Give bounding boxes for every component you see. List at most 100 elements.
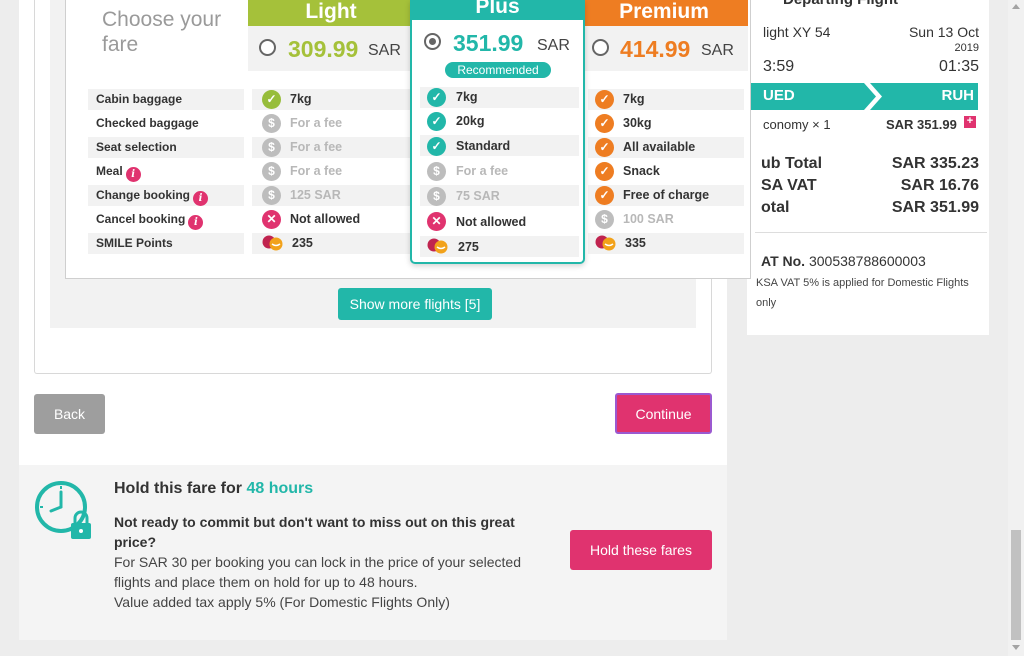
summary-divider	[755, 232, 987, 233]
plus-value: Standard	[456, 139, 511, 153]
fare-line-amount: SAR 351.99	[886, 117, 957, 132]
check-icon: ✓	[595, 186, 614, 205]
plus-value: Not allowed	[456, 215, 527, 229]
vat-number: AT No. 300538788600003	[761, 253, 926, 269]
departure-time: 3:59	[763, 58, 795, 75]
check-icon: ✓	[427, 88, 446, 107]
vat-label: SA VAT	[761, 177, 817, 194]
smile-points-icon	[595, 235, 616, 251]
light-value: 125 SAR	[290, 188, 341, 202]
info-icon[interactable]: i	[193, 191, 208, 206]
expand-plus-icon[interactable]: +	[964, 116, 976, 128]
check-icon: ✓	[595, 162, 614, 181]
hold-fares-button[interactable]: Hold these fares	[570, 530, 712, 570]
feature-label: Meal i	[88, 161, 244, 182]
check-icon: ✓	[595, 138, 614, 157]
scroll-down-icon[interactable]	[1012, 645, 1020, 650]
fare-light-header[interactable]: Light	[248, 0, 414, 26]
check-icon: ✓	[595, 114, 614, 133]
flight-number: light XY 54	[763, 24, 831, 40]
route-to: RUH	[941, 87, 975, 104]
check-icon: ✓	[427, 137, 446, 156]
smile-points-icon	[262, 235, 283, 251]
plus-value: 7kg	[456, 90, 478, 104]
arrival-time: 01:35	[938, 58, 979, 75]
scrollbar-thumb[interactable]	[1011, 530, 1021, 640]
feature-label: Cancel booking i	[88, 209, 244, 230]
premium-value: 335	[625, 236, 646, 250]
total-value: SAR 351.99	[891, 199, 979, 216]
dollar-icon: $	[427, 162, 446, 181]
dollar-icon: $	[262, 162, 281, 181]
fare-line-label: conomy × 1	[763, 117, 831, 132]
fare-light-currency: SAR	[368, 42, 401, 59]
fare-premium-currency: SAR	[701, 42, 734, 59]
premium-value: 100 SAR	[623, 212, 674, 226]
premium-value: Free of charge	[623, 188, 710, 202]
fare-light-price: 309.99	[288, 36, 359, 62]
hold-title: Hold this fare for 48 hours	[114, 480, 314, 497]
check-icon: ✓	[262, 90, 281, 109]
hold-question: Not ready to commit but don't want to mi…	[114, 514, 515, 550]
premium-value: Snack	[623, 164, 660, 178]
feature-label: Seat selection	[88, 137, 244, 158]
clock-lock-icon	[35, 481, 91, 539]
fare-plus-currency: SAR	[537, 37, 570, 54]
hold-description: For SAR 30 per booking you can lock in t…	[114, 554, 521, 610]
subtotal-label: ub Total	[761, 155, 823, 172]
info-icon[interactable]: i	[125, 167, 141, 182]
cross-icon: ✕	[262, 210, 281, 229]
scroll-up-icon[interactable]	[1012, 4, 1020, 9]
route-from: UED	[763, 87, 795, 104]
light-value: For a fee	[290, 140, 343, 154]
vat-note: KSA VAT 5% is applied for Domestic Fligh…	[756, 277, 969, 309]
light-value: 235	[292, 236, 313, 250]
vat-value: SAR 16.76	[900, 177, 979, 194]
light-value: Not allowed	[290, 212, 361, 226]
smile-points-icon	[427, 238, 448, 254]
plus-value: 20kg	[456, 114, 485, 128]
subtotal-value: SAR 335.23	[891, 155, 979, 172]
fare-light-price-option[interactable]: 309.99 SAR	[248, 26, 414, 71]
light-value: For a fee	[290, 116, 343, 130]
premium-value: All available	[623, 140, 696, 154]
fare-light-radio[interactable]	[259, 39, 276, 56]
dollar-icon: $	[595, 210, 614, 229]
show-more-flights-button[interactable]: Show more flights [5]	[338, 288, 492, 320]
plus-value: 75 SAR	[456, 189, 500, 203]
fare-premium-header[interactable]: Premium	[580, 0, 748, 26]
fare-premium-price: 414.99	[620, 36, 691, 62]
light-value: For a fee	[290, 164, 343, 178]
fare-plus-card[interactable]: Plus 351.99 SAR Recommended ✓ 7kg ✓ 20kg…	[410, 0, 585, 264]
back-button[interactable]: Back	[34, 394, 105, 434]
continue-button[interactable]: Continue	[615, 393, 712, 434]
fare-plus-radio[interactable]	[424, 33, 441, 50]
route-bar: UED RUH	[751, 83, 978, 110]
plus-value: 275	[458, 240, 479, 254]
check-icon: ✓	[595, 90, 614, 109]
dollar-icon: $	[427, 187, 446, 206]
info-icon[interactable]: i	[188, 215, 204, 230]
summary-header: Departing Flight	[783, 0, 898, 8]
feature-label: Cabin baggage	[88, 89, 244, 110]
dollar-icon: $	[262, 138, 281, 157]
feature-label: SMILE Points	[88, 233, 244, 254]
fare-premium-radio[interactable]	[592, 39, 609, 56]
premium-value: 30kg	[623, 116, 652, 130]
feature-label: Checked baggage	[88, 113, 244, 134]
flight-year: 2019	[954, 42, 979, 54]
check-icon: ✓	[427, 112, 446, 131]
fare-plus-price: 351.99	[453, 30, 524, 56]
feature-label: Change booking i	[88, 185, 244, 206]
premium-value: 7kg	[623, 92, 645, 106]
dollar-icon: $	[262, 114, 281, 133]
light-value: 7kg	[290, 92, 312, 106]
recommended-badge: Recommended	[445, 62, 551, 78]
dollar-icon: $	[262, 186, 281, 205]
route-arrow-icon	[864, 83, 882, 110]
plus-value: For a fee	[456, 164, 509, 178]
total-label: otal	[761, 199, 790, 216]
cross-icon: ✕	[427, 212, 446, 231]
booking-summary-card: Departing Flight light XY 54 Sun 13 Oct …	[747, 0, 989, 335]
fare-premium-price-option[interactable]: 414.99 SAR	[580, 26, 748, 71]
